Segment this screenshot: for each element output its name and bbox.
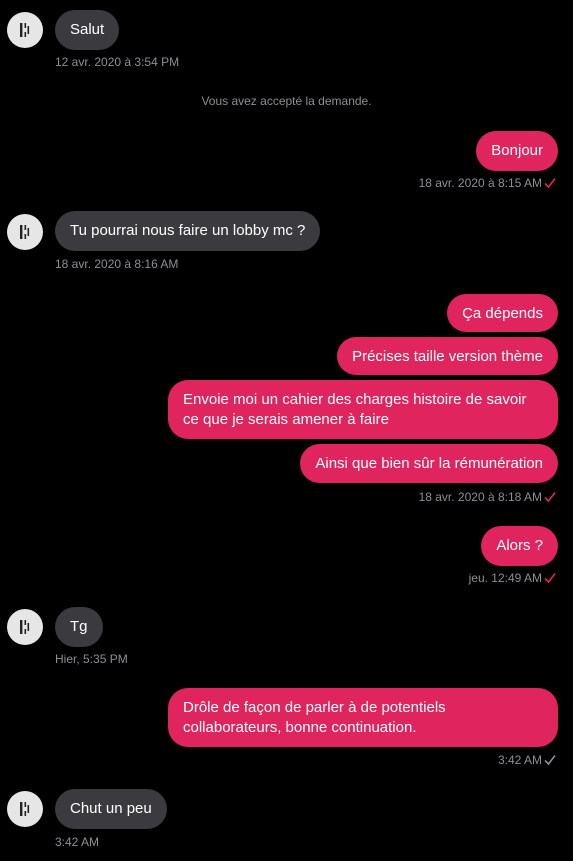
checkmark-icon (544, 755, 556, 766)
message-bubble-outgoing[interactable]: Drôle de façon de parler à de potentiels… (168, 688, 558, 747)
message-timestamp: 12 avr. 2020 à 3:54 PM (55, 55, 180, 69)
logo-avatar-icon (20, 225, 30, 239)
message-bubble-outgoing[interactable]: Alors ? (481, 526, 558, 566)
logo-avatar-icon (20, 802, 30, 816)
logo-avatar-icon (20, 23, 30, 37)
message-timestamp: Hier, 5:35 PM (55, 652, 128, 666)
contact-avatar[interactable] (7, 791, 43, 827)
message-bubble-incoming[interactable]: Chut un peu (55, 789, 167, 829)
message-bubble-outgoing[interactable]: Ainsi que bien sûr la rémunération (300, 444, 558, 483)
message-bubble-outgoing[interactable]: Ça dépends (447, 294, 558, 332)
message-bubble-incoming[interactable]: Salut (55, 10, 120, 50)
message-bubble-incoming[interactable]: Tu pourrai nous faire un lobby mc ? (55, 211, 321, 251)
message-timestamp: 3:42 AM (55, 835, 100, 849)
message-bubble-incoming[interactable]: Tg (55, 607, 103, 647)
message-bubble-outgoing[interactable]: Précises taille version thème (337, 337, 558, 375)
contact-avatar[interactable] (7, 609, 43, 645)
message-timestamp: 18 avr. 2020 à 8:15 AM (418, 176, 542, 190)
message-timestamp: 3:42 AM (497, 753, 542, 767)
message-bubble-outgoing[interactable]: Bonjour (476, 131, 558, 171)
checkmark-icon (544, 492, 556, 503)
logo-avatar-icon (20, 620, 30, 634)
message-bubble-outgoing[interactable]: Envoie moi un cahier des charges histoir… (168, 380, 558, 439)
contact-avatar[interactable] (7, 12, 43, 48)
checkmark-icon (544, 573, 556, 584)
message-timestamp: 18 avr. 2020 à 8:16 AM (55, 257, 179, 271)
message-timestamp: jeu. 12:49 AM (468, 571, 542, 585)
contact-avatar[interactable] (7, 214, 43, 250)
system-message: Vous avez accepté la demande. (201, 94, 372, 108)
message-timestamp: 18 avr. 2020 à 8:18 AM (418, 490, 542, 504)
checkmark-icon (544, 178, 556, 189)
